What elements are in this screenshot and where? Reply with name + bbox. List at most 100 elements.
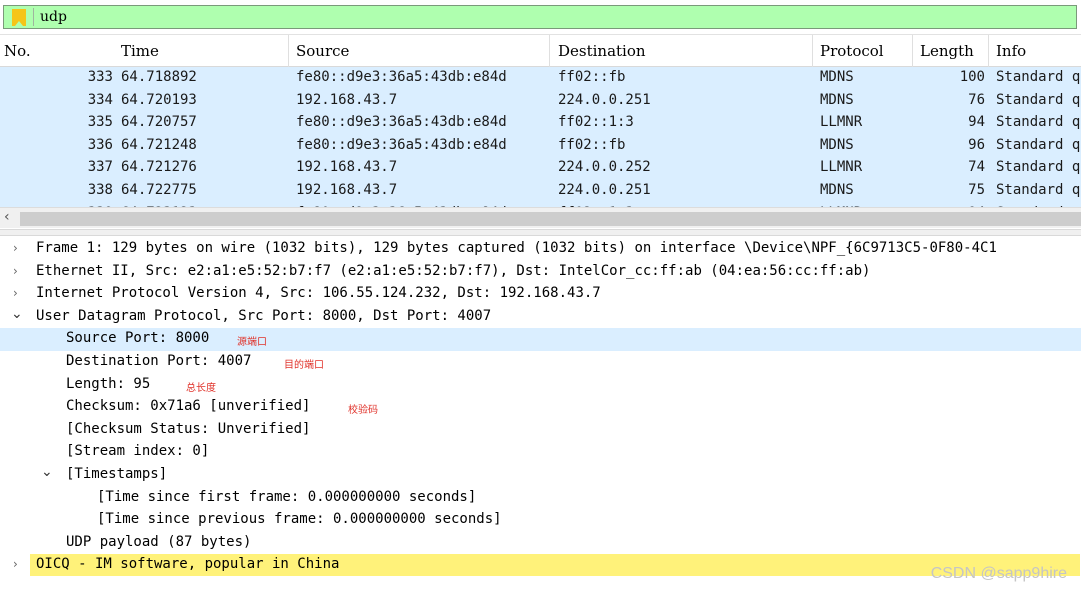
cell-no: 338 bbox=[87, 182, 113, 198]
tree-item-length[interactable]: Length: 95 总长度 bbox=[0, 374, 1081, 397]
cell-protocol: MDNS bbox=[820, 136, 854, 153]
tree-item-label: [Time since first frame: 0.000000000 sec… bbox=[97, 488, 477, 505]
tree-item-label: Internet Protocol Version 4, Src: 106.55… bbox=[36, 285, 601, 302]
cell-time: 64.722775 bbox=[121, 182, 197, 198]
cell-source: 192.168.43.7 bbox=[296, 159, 398, 176]
tree-item-destination-port[interactable]: Destination Port: 4007 目的端口 bbox=[0, 351, 1081, 374]
display-filter-input[interactable]: udp bbox=[40, 9, 67, 25]
tree-item-source-port[interactable]: Source Port: 8000 源端口 bbox=[0, 328, 1081, 351]
tree-item-label: User Datagram Protocol, Src Port: 8000, … bbox=[36, 307, 492, 324]
tree-item-frame[interactable]: › Frame 1: 129 bytes on wire (1032 bits)… bbox=[0, 238, 1081, 261]
cell-no: 334 bbox=[87, 91, 113, 108]
column-header-length[interactable]: Length bbox=[920, 42, 974, 60]
tree-item-label: Frame 1: 129 bytes on wire (1032 bits), … bbox=[36, 240, 997, 256]
cell-protocol: MDNS bbox=[820, 182, 854, 198]
annotation-note: 目的端口 bbox=[284, 360, 324, 371]
cell-time: 64.720757 bbox=[121, 114, 197, 131]
cell-length: 75 bbox=[968, 182, 985, 198]
tree-item-ipv4[interactable]: › Internet Protocol Version 4, Src: 106.… bbox=[0, 283, 1081, 306]
chevron-right-icon[interactable]: › bbox=[13, 557, 18, 571]
cell-info: Standard q bbox=[996, 114, 1081, 131]
column-header-info[interactable]: Info bbox=[996, 42, 1026, 60]
watermark: CSDN @sapp9hire bbox=[930, 565, 1067, 582]
cell-no: 336 bbox=[87, 136, 113, 153]
tree-item-label: [Stream index: 0] bbox=[66, 443, 210, 460]
cell-destination: ff02::fb bbox=[558, 69, 626, 85]
cell-destination: ff02::1:3 bbox=[558, 114, 634, 131]
tree-item-time-first[interactable]: [Time since first frame: 0.000000000 sec… bbox=[0, 487, 1081, 510]
cell-length: 74 bbox=[968, 159, 985, 176]
column-divider[interactable] bbox=[812, 35, 813, 67]
cell-source: 192.168.43.7 bbox=[296, 182, 398, 198]
tree-item-stream-index[interactable]: [Stream index: 0] bbox=[0, 441, 1081, 464]
table-row[interactable]: 337 64.721276 192.168.43.7 224.0.0.252 L… bbox=[0, 157, 1081, 180]
chevron-right-icon[interactable]: › bbox=[13, 264, 18, 278]
tree-item-label: [Timestamps] bbox=[66, 466, 168, 482]
cell-time: 64.718892 bbox=[121, 69, 197, 85]
cell-time: 64.721248 bbox=[121, 136, 197, 153]
horizontal-scrollbar[interactable]: ‹ bbox=[0, 207, 1081, 228]
chevron-right-icon[interactable]: › bbox=[13, 286, 18, 300]
cell-no: 335 bbox=[87, 114, 113, 131]
cell-info: Standard q bbox=[996, 182, 1081, 198]
scroll-left-icon[interactable]: ‹ bbox=[4, 209, 10, 225]
chevron-right-icon[interactable]: › bbox=[13, 241, 18, 255]
tree-item-udp-payload[interactable]: UDP payload (87 bytes) bbox=[0, 532, 1081, 555]
column-header-source[interactable]: Source bbox=[296, 42, 349, 60]
column-header-protocol[interactable]: Protocol bbox=[820, 42, 884, 60]
table-row[interactable]: 338 64.722775 192.168.43.7 224.0.0.251 M… bbox=[0, 180, 1081, 203]
packet-rows: 333 64.718892 fe80::d9e3:36a5:43db:e84d … bbox=[0, 67, 1081, 213]
display-filter-bar[interactable]: udp bbox=[3, 5, 1077, 29]
cell-no: 337 bbox=[87, 159, 113, 176]
cell-length: 76 bbox=[968, 91, 985, 108]
column-divider[interactable] bbox=[912, 35, 913, 67]
tree-item-label: Destination Port: 4007 bbox=[66, 353, 252, 369]
bookmark-icon[interactable] bbox=[12, 9, 26, 26]
cell-info: Standard q bbox=[996, 159, 1081, 176]
pane-splitter[interactable] bbox=[0, 229, 1081, 236]
tree-item-ethernet[interactable]: › Ethernet II, Src: e2:a1:e5:52:b7:f7 (e… bbox=[0, 261, 1081, 284]
tree-item-label: [Time since previous frame: 0.000000000 … bbox=[97, 511, 502, 528]
cell-no: 333 bbox=[87, 69, 113, 85]
cell-length: 96 bbox=[968, 136, 985, 153]
table-row[interactable]: 334 64.720193 192.168.43.7 224.0.0.251 M… bbox=[0, 90, 1081, 113]
scrollbar-thumb[interactable] bbox=[20, 212, 1081, 226]
table-row[interactable]: 333 64.718892 fe80::d9e3:36a5:43db:e84d … bbox=[0, 67, 1081, 90]
tree-item-time-previous[interactable]: [Time since previous frame: 0.000000000 … bbox=[0, 509, 1081, 532]
table-row[interactable]: 335 64.720757 fe80::d9e3:36a5:43db:e84d … bbox=[0, 112, 1081, 135]
annotation-note: 总长度 bbox=[186, 382, 216, 394]
column-header-time[interactable]: Time bbox=[121, 42, 159, 60]
tree-item-label: Ethernet II, Src: e2:a1:e5:52:b7:f7 (e2:… bbox=[36, 262, 871, 279]
tree-item-label: Length: 95 bbox=[66, 375, 151, 392]
column-header-no[interactable]: No. bbox=[4, 42, 31, 60]
tree-item-checksum-status[interactable]: [Checksum Status: Unverified] bbox=[0, 419, 1081, 442]
tree-item-oicq[interactable]: › OICQ - IM software, popular in China bbox=[0, 554, 1081, 577]
cell-length: 94 bbox=[968, 114, 985, 131]
cell-source: 192.168.43.7 bbox=[296, 91, 398, 108]
column-divider[interactable] bbox=[549, 35, 550, 67]
packet-list-header: No. Time Source Destination Protocol Len… bbox=[0, 34, 1081, 67]
cell-protocol: MDNS bbox=[820, 91, 854, 108]
cell-info: Standard q bbox=[996, 69, 1081, 85]
tree-item-label: Checksum: 0x71a6 [unverified] bbox=[66, 398, 311, 415]
column-divider[interactable] bbox=[288, 35, 289, 67]
chevron-down-icon[interactable]: ⌄ bbox=[11, 306, 23, 322]
cell-time: 64.721276 bbox=[121, 159, 197, 176]
cell-time: 64.720193 bbox=[121, 91, 197, 108]
annotation-note: 源端口 bbox=[237, 337, 267, 349]
cell-protocol: LLMNR bbox=[820, 159, 863, 176]
packet-list: No. Time Source Destination Protocol Len… bbox=[0, 34, 1081, 228]
tree-item-checksum[interactable]: Checksum: 0x71a6 [unverified] 校验码 bbox=[0, 396, 1081, 419]
column-divider[interactable] bbox=[988, 35, 989, 67]
chevron-down-icon[interactable]: ⌄ bbox=[41, 464, 53, 480]
tree-item-timestamps[interactable]: ⌄ [Timestamps] bbox=[0, 464, 1081, 487]
tree-item-udp[interactable]: ⌄ User Datagram Protocol, Src Port: 8000… bbox=[0, 306, 1081, 329]
tree-item-label: [Checksum Status: Unverified] bbox=[66, 420, 311, 437]
tree-item-label: UDP payload (87 bytes) bbox=[66, 533, 252, 550]
cell-source: fe80::d9e3:36a5:43db:e84d bbox=[296, 136, 507, 153]
cell-length: 100 bbox=[959, 69, 985, 85]
column-header-destination[interactable]: Destination bbox=[558, 42, 646, 60]
packet-details: › Frame 1: 129 bytes on wire (1032 bits)… bbox=[0, 238, 1081, 593]
table-row[interactable]: 336 64.721248 fe80::d9e3:36a5:43db:e84d … bbox=[0, 135, 1081, 158]
cell-source: fe80::d9e3:36a5:43db:e84d bbox=[296, 114, 507, 131]
